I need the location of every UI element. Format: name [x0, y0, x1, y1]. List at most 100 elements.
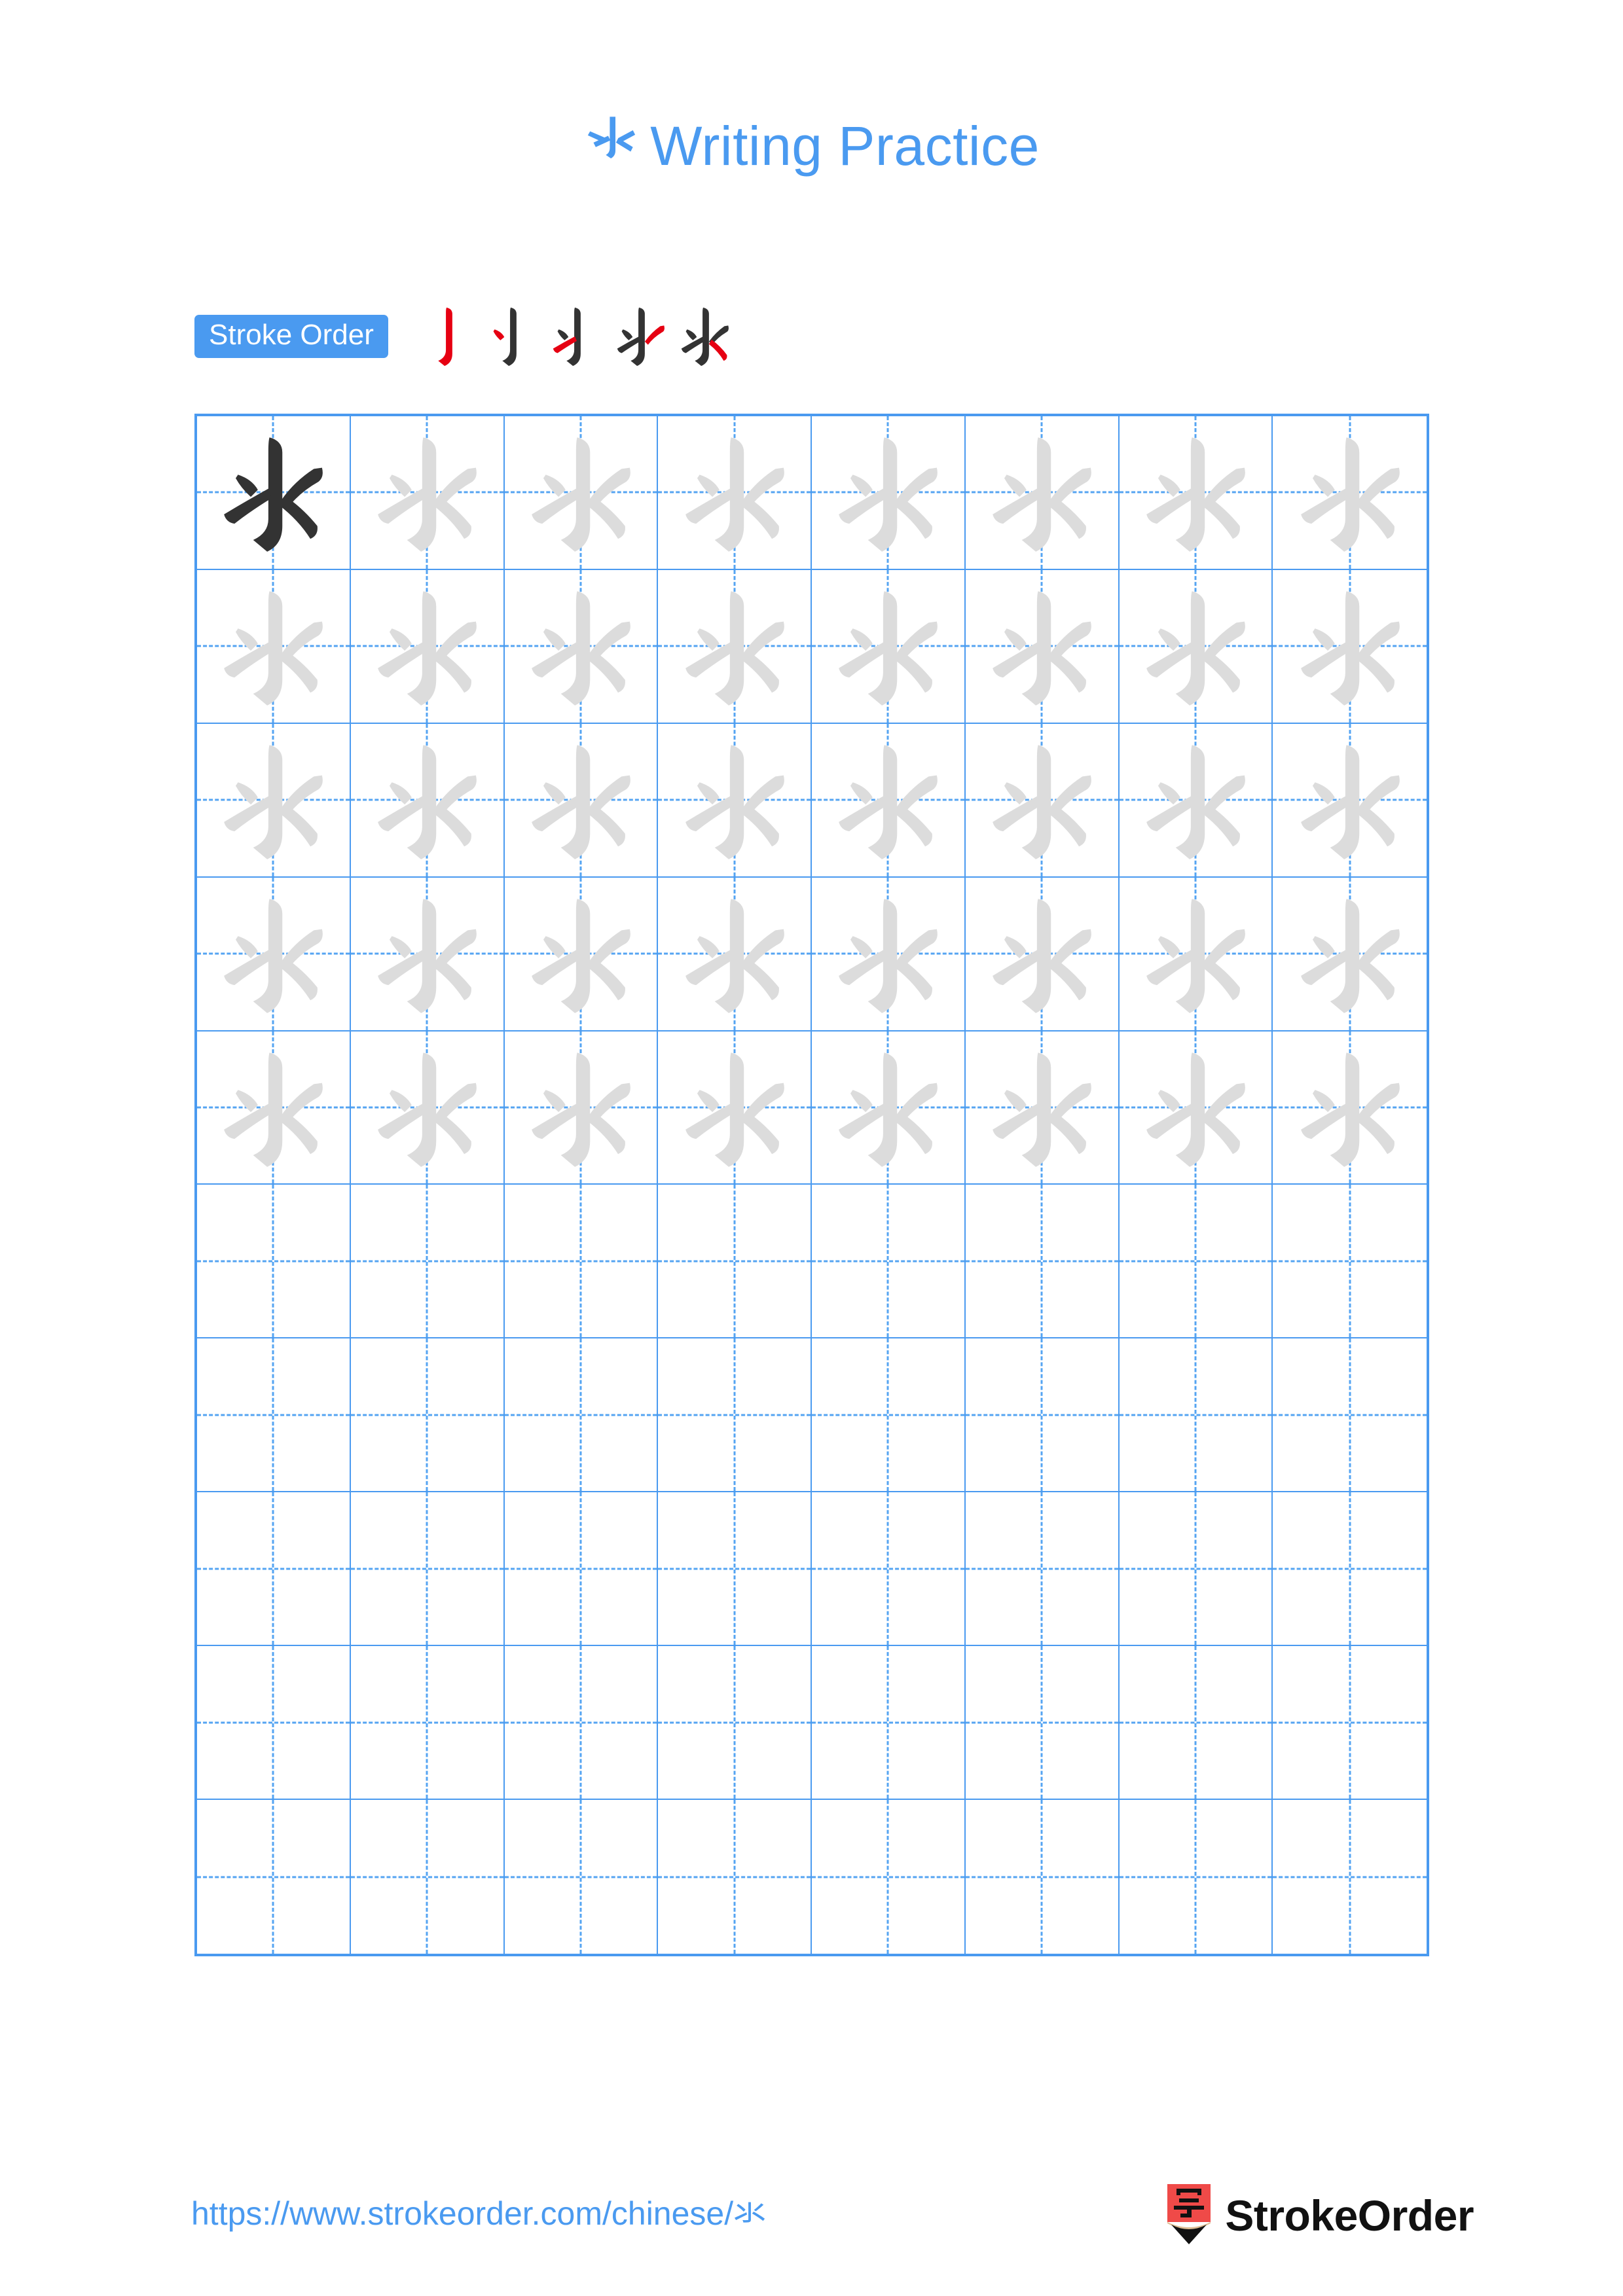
trace-character [1120, 878, 1272, 1030]
practice-cell[interactable] [658, 1492, 812, 1647]
practice-cell[interactable] [1273, 1800, 1427, 1954]
practice-cell[interactable] [1119, 1031, 1273, 1185]
practice-cell[interactable] [812, 1492, 966, 1647]
practice-cell[interactable] [1120, 1800, 1273, 1954]
practice-cell[interactable] [1119, 1338, 1273, 1493]
practice-cell[interactable] [658, 1031, 812, 1185]
practice-cell[interactable] [1119, 1185, 1273, 1339]
practice-cell[interactable] [658, 416, 812, 570]
practice-cell[interactable] [197, 1800, 351, 1954]
practice-cell[interactable] [197, 877, 351, 1031]
trace-character [351, 416, 503, 569]
trace-character [966, 416, 1118, 569]
practice-cell[interactable] [965, 1492, 1120, 1647]
practice-cell[interactable] [658, 1185, 812, 1339]
practice-cell[interactable] [197, 1492, 351, 1647]
practice-cell[interactable] [197, 1185, 351, 1339]
practice-cell[interactable] [812, 1031, 966, 1185]
practice-cell[interactable] [351, 1800, 505, 1954]
practice-cell[interactable] [504, 1031, 659, 1185]
practice-cell[interactable] [658, 1646, 812, 1801]
brand-name: StrokeOrder [1225, 2191, 1474, 2240]
trace-character [1273, 878, 1427, 1030]
trace-character [505, 570, 657, 723]
practice-cell[interactable] [504, 416, 659, 570]
practice-cell[interactable] [812, 569, 966, 724]
practice-cell[interactable] [504, 1646, 659, 1801]
trace-character [1120, 416, 1272, 569]
practice-cell[interactable] [1119, 723, 1273, 878]
practice-cell[interactable] [505, 1800, 659, 1954]
trace-character [658, 570, 811, 723]
practice-cell[interactable] [350, 1646, 505, 1801]
trace-character [1120, 1031, 1272, 1184]
stroke-step-5 [673, 301, 737, 372]
practice-cell[interactable] [1119, 569, 1273, 724]
trace-character [351, 878, 503, 1030]
practice-cell[interactable] [197, 1646, 351, 1801]
practice-cell[interactable] [504, 1338, 659, 1493]
practice-cell[interactable] [1273, 1031, 1427, 1185]
practice-cell[interactable] [658, 723, 812, 878]
practice-cell[interactable] [1273, 416, 1427, 570]
practice-cell[interactable] [350, 1492, 505, 1647]
practice-cell[interactable] [812, 416, 966, 570]
page-title-text: Writing Practice [650, 115, 1040, 177]
practice-cell[interactable] [197, 569, 351, 724]
practice-cell[interactable] [1273, 1646, 1427, 1801]
practice-cell[interactable] [1273, 1492, 1427, 1647]
practice-cell[interactable] [1273, 1338, 1427, 1493]
practice-cell[interactable] [812, 1646, 966, 1801]
practice-cell[interactable] [658, 569, 812, 724]
practice-cell[interactable] [965, 1031, 1120, 1185]
practice-cell[interactable] [812, 877, 966, 1031]
practice-cell[interactable] [197, 723, 351, 878]
practice-cell[interactable] [1119, 1646, 1273, 1801]
practice-cell[interactable] [350, 1031, 505, 1185]
practice-cell[interactable] [197, 1338, 351, 1493]
practice-cell[interactable] [965, 569, 1120, 724]
practice-cell[interactable] [1119, 416, 1273, 570]
practice-cell[interactable] [966, 1800, 1120, 1954]
practice-cell[interactable] [350, 416, 505, 570]
footer-url-link[interactable]: https://www.strokeorder.com/chinese/氺 [191, 2187, 766, 2234]
practice-cell[interactable] [812, 1800, 966, 1954]
practice-cell[interactable] [1273, 570, 1427, 724]
practice-cell[interactable] [965, 877, 1120, 1031]
practice-cell[interactable] [350, 1185, 505, 1339]
practice-cell[interactable] [965, 1338, 1120, 1493]
practice-cell[interactable] [812, 723, 966, 878]
practice-grid [194, 414, 1429, 1956]
pencil-icon [1165, 2184, 1213, 2247]
practice-cell[interactable] [658, 1800, 812, 1954]
practice-cell[interactable] [1273, 878, 1427, 1031]
practice-cell[interactable] [965, 1646, 1120, 1801]
practice-cell[interactable] [504, 723, 659, 878]
practice-cell[interactable] [197, 416, 351, 570]
practice-cell[interactable] [350, 877, 505, 1031]
practice-cell[interactable] [350, 1338, 505, 1493]
practice-cell[interactable] [1119, 1492, 1273, 1647]
practice-cell[interactable] [812, 1185, 966, 1339]
practice-cell[interactable] [504, 1185, 659, 1339]
trace-character [812, 570, 964, 723]
practice-cell[interactable] [197, 1031, 351, 1185]
practice-cell[interactable] [965, 416, 1120, 570]
trace-character [1273, 1031, 1427, 1184]
practice-cell[interactable] [504, 569, 659, 724]
practice-cell[interactable] [504, 877, 659, 1031]
practice-cell[interactable] [1273, 724, 1427, 878]
stroke-order-section: Stroke Order [194, 306, 737, 367]
practice-cell[interactable] [965, 1185, 1120, 1339]
practice-cell[interactable] [350, 723, 505, 878]
practice-cell[interactable] [504, 1492, 659, 1647]
practice-cell[interactable] [812, 1338, 966, 1493]
practice-cell[interactable] [658, 1338, 812, 1493]
practice-cell[interactable] [658, 877, 812, 1031]
trace-character [505, 878, 657, 1030]
practice-cell[interactable] [1273, 1185, 1427, 1339]
practice-cell[interactable] [1119, 877, 1273, 1031]
practice-cell[interactable] [350, 569, 505, 724]
practice-cell[interactable] [965, 723, 1120, 878]
footer: https://www.strokeorder.com/chinese/氺 St… [0, 2179, 1623, 2265]
